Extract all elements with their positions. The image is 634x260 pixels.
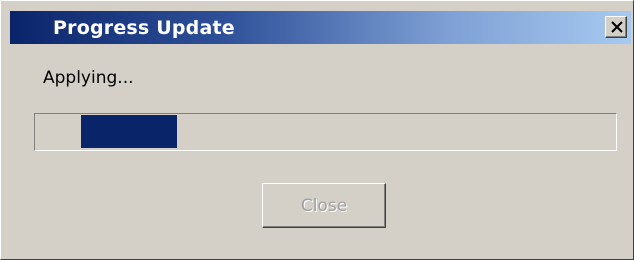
title-bar[interactable]: Progress Update — [10, 11, 631, 44]
title-close-button[interactable] — [605, 16, 627, 38]
close-button[interactable]: Close — [262, 183, 386, 228]
progress-bar — [34, 113, 617, 151]
status-text: Applying... — [43, 68, 134, 88]
window-title: Progress Update — [53, 17, 235, 39]
progress-dialog: Progress Update Applying... Close — [0, 0, 634, 260]
progress-fill — [81, 115, 177, 148]
close-icon — [611, 21, 623, 33]
